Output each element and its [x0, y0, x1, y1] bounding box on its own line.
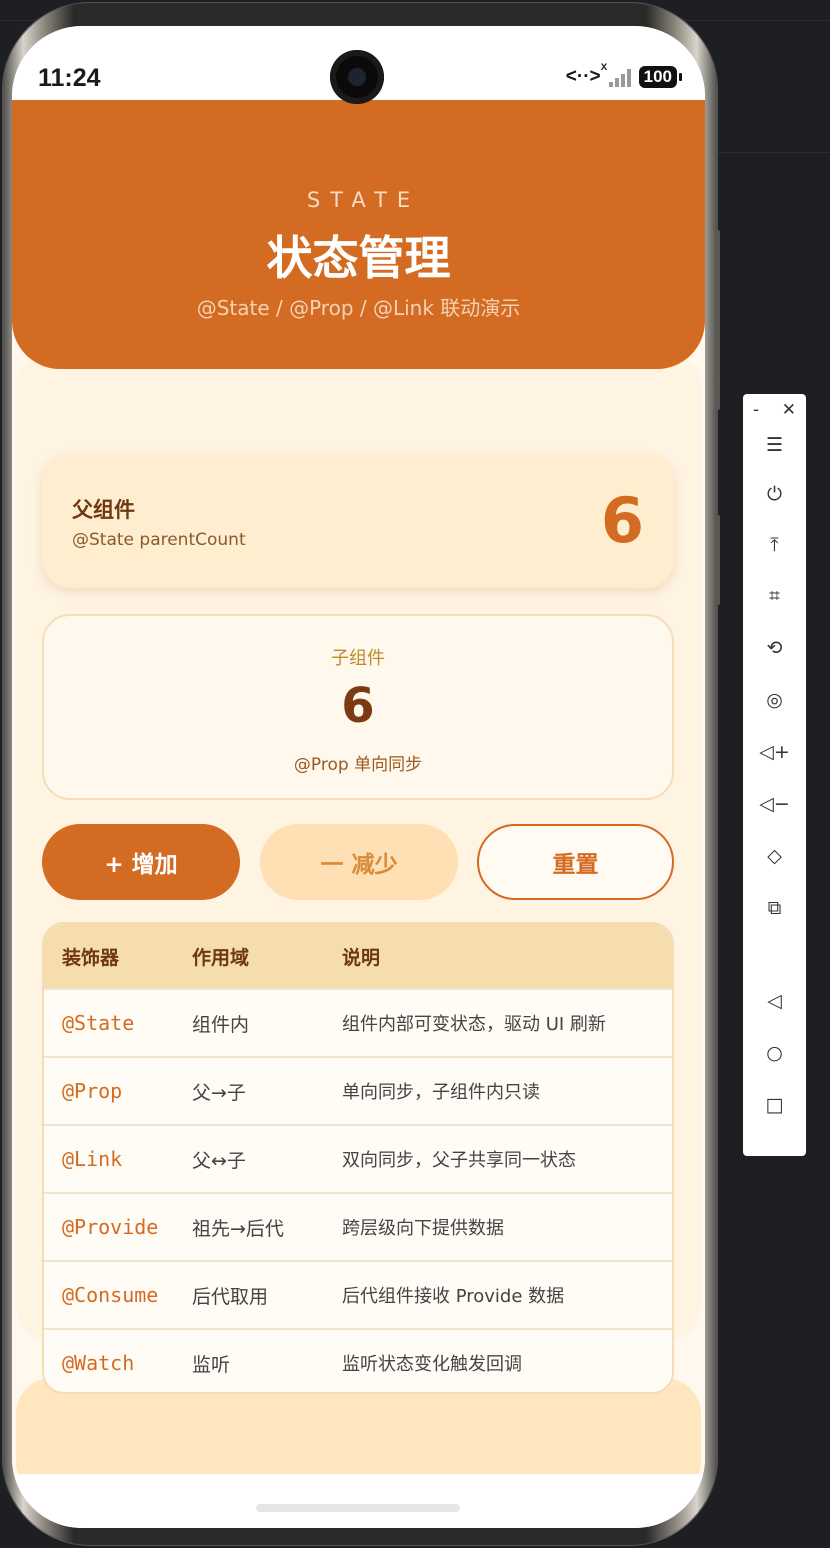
battery-icon: 100 — [638, 66, 683, 88]
scope-cell: 后代取用 — [192, 1285, 269, 1308]
power-icon[interactable]: ⏻ — [743, 483, 806, 505]
power-side-button — [716, 515, 720, 605]
table-row: @Prop 父→子 单向同步，子组件内只读 — [44, 1056, 672, 1124]
increase-button[interactable]: + 增加 — [42, 824, 240, 900]
decorator-cell: @Prop — [62, 1079, 123, 1103]
scope-cell: 组件内 — [192, 1013, 250, 1036]
menu-icon[interactable]: ☰ — [743, 434, 806, 456]
child-count-value: 6 — [341, 678, 375, 734]
table-row: @Watch 监听 监听状态变化触发回调 — [44, 1328, 672, 1392]
multi-device-icon[interactable]: ⧉ — [743, 897, 806, 919]
screenshot-icon[interactable]: ◎ — [743, 689, 806, 711]
child-card-title: 子组件 — [331, 648, 385, 669]
pin-top-icon[interactable]: ⤒ — [743, 534, 806, 556]
recents-icon[interactable]: □ — [743, 1094, 806, 1116]
description-cell: 监听状态变化触发回调 — [342, 1354, 522, 1375]
decorator-cell: @Link — [62, 1147, 123, 1171]
child-card-subtitle: @Prop 单向同步 — [293, 755, 423, 775]
page-header: STATE 状态管理 @State / @Prop / @Link 联动演示 — [12, 100, 705, 369]
volume-side-button — [716, 230, 720, 410]
decorator-cell: @Watch — [62, 1351, 135, 1375]
rotate-icon[interactable]: ⟲ — [743, 637, 806, 659]
status-time: 11:24 — [38, 64, 101, 92]
volume-up-icon[interactable]: ◁+ — [743, 741, 806, 763]
status-icons: <··> x 100 — [565, 59, 683, 88]
status-bar: 11:24 <··> x 100 — [12, 26, 705, 104]
scope-cell: 监听 — [192, 1353, 231, 1376]
home-icon[interactable]: ○ — [743, 1042, 806, 1064]
child-component-card: 子组件 6 @Prop 单向同步 — [42, 614, 674, 800]
description-cell: 跨层级向下提供数据 — [342, 1218, 504, 1239]
table-header: 装饰器 作用域 说明 — [44, 924, 672, 988]
parent-component-card: 父组件 @State parentCount 6 — [42, 454, 674, 588]
data-transfer-icon: <··> — [565, 66, 601, 87]
decorator-cell: @Provide — [62, 1215, 159, 1239]
signal-icon: x — [601, 59, 631, 87]
parent-count-value: 6 — [600, 484, 644, 557]
close-icon[interactable]: ✕ — [782, 400, 796, 420]
volume-down-icon[interactable]: ◁− — [743, 793, 806, 815]
parent-card-title: 父组件 — [72, 498, 135, 522]
table-row: @Link 父↔子 双向同步，父子共享同一状态 — [44, 1124, 672, 1192]
crop-icon[interactable]: ⌗ — [743, 585, 806, 607]
scope-cell: 祖先→后代 — [192, 1217, 284, 1240]
scope-cell: 父→子 — [192, 1081, 246, 1104]
decorator-cell: @State — [62, 1011, 135, 1035]
page-title: 状态管理 — [266, 231, 451, 285]
description-cell: 组件内部可变状态，驱动 UI 刷新 — [342, 1014, 606, 1035]
minimize-icon[interactable]: - — [753, 400, 759, 420]
device-screen: 11:24 <··> x 100 STATE 状态管理 @State / @Pr… — [12, 26, 705, 1528]
reset-button[interactable]: 重置 — [477, 824, 674, 900]
table-row: @State 组件内 组件内部可变状态，驱动 UI 刷新 — [44, 988, 672, 1056]
description-cell: 双向同步，父子共享同一状态 — [342, 1150, 576, 1171]
front-camera — [330, 50, 384, 104]
column-header-scope: 作用域 — [192, 946, 250, 969]
table-row: @Consume 后代取用 后代组件接收 Provide 数据 — [44, 1260, 672, 1328]
page-subtitle: @State / @Prop / @Link 联动演示 — [196, 296, 521, 320]
column-header-description: 说明 — [342, 946, 381, 969]
description-cell: 单向同步，子组件内只读 — [342, 1082, 540, 1103]
table-row: @Provide 祖先→后代 跨层级向下提供数据 — [44, 1192, 672, 1260]
desktop-divider — [700, 152, 830, 153]
header-eyebrow: STATE — [306, 188, 421, 212]
emulator-toolbar: - ✕ ☰ ⏻ ⤒ ⌗ ⟲ ◎ ◁+ ◁− ◇ ⧉ ◁ ○ □ — [743, 394, 806, 1156]
description-cell: 后代组件接收 Provide 数据 — [342, 1286, 565, 1307]
parent-card-subtitle: @State parentCount — [72, 530, 246, 550]
scope-cell: 父↔子 — [192, 1149, 246, 1172]
decorator-table: 装饰器 作用域 说明 @State 组件内 组件内部可变状态，驱动 UI 刷新 … — [42, 922, 674, 1394]
decorator-cell: @Consume — [62, 1283, 159, 1307]
decrease-button[interactable]: 一 减少 — [260, 824, 458, 900]
column-header-decorator: 装饰器 — [62, 946, 120, 969]
home-indicator[interactable] — [256, 1504, 460, 1512]
shake-icon[interactable]: ◇ — [743, 845, 806, 867]
toolbar-window-controls: - ✕ — [743, 400, 806, 424]
back-icon[interactable]: ◁ — [743, 990, 806, 1012]
gesture-bar — [12, 1474, 705, 1528]
